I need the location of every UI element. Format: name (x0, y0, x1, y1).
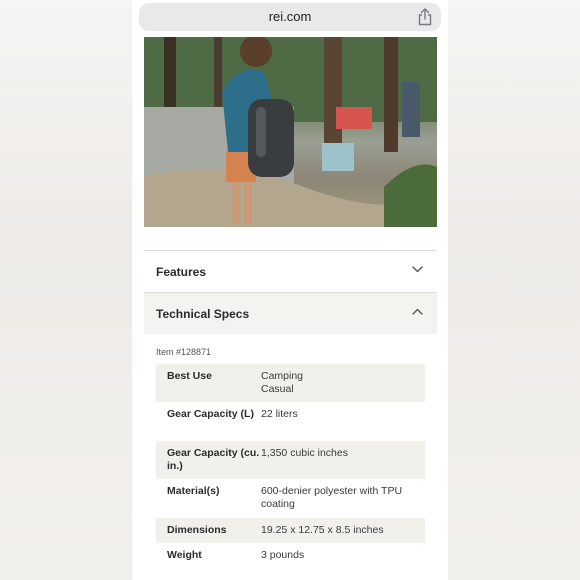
item-number: Item #128871 (156, 347, 212, 357)
features-label: Features (156, 265, 207, 279)
photo-illustration (144, 37, 437, 227)
product-photo (144, 37, 437, 227)
url-text: rei.com (268, 9, 312, 24)
chevron-up-icon (412, 308, 423, 315)
spec-row-best-use: Best Use Camping Casual (156, 364, 425, 402)
spec-label: Dimensions (167, 524, 227, 536)
spec-label: Gear Capacity (L) (167, 408, 254, 420)
spec-value: 19.25 x 12.75 x 8.5 inches (261, 524, 384, 536)
spec-value: 22 liters (261, 408, 298, 420)
spec-value: Camping Casual (261, 370, 304, 395)
spec-value: 1,350 cubic inches (261, 447, 348, 459)
spec-row-materials: Material(s) 600-denier polyester with TP… (156, 479, 425, 518)
spec-label: Best Use (167, 370, 212, 382)
address-bar[interactable]: rei.com (139, 3, 441, 31)
spec-row-gear-capacity-l: Gear Capacity (L) 22 liters (156, 402, 425, 441)
spec-label: Material(s) (167, 485, 220, 497)
spec-row-weight: Weight 3 pounds (156, 543, 425, 568)
specs-table: Best Use Camping Casual Gear Capacity (L… (156, 364, 425, 568)
background-left (0, 0, 132, 580)
spec-value: 600-denier polyester with TPU coating (261, 485, 403, 510)
share-icon[interactable] (417, 8, 433, 26)
features-accordion[interactable]: Features (144, 250, 437, 292)
chevron-down-icon (412, 266, 423, 273)
spec-label: Weight (167, 549, 202, 561)
technical-specs-label: Technical Specs (156, 307, 250, 321)
technical-specs-accordion[interactable]: Technical Specs (144, 292, 437, 334)
spec-row-dimensions: Dimensions 19.25 x 12.75 x 8.5 inches (156, 518, 425, 543)
spec-label: Gear Capacity (cu. in.) (167, 447, 260, 472)
mobile-browser-page: rei.com Features Technical Specs Item #1… (132, 0, 448, 580)
spec-value: 3 pounds (261, 549, 305, 561)
background-right (448, 0, 580, 580)
spec-row-gear-capacity-cu-in: Gear Capacity (cu. in.) 1,350 cubic inch… (156, 441, 425, 479)
